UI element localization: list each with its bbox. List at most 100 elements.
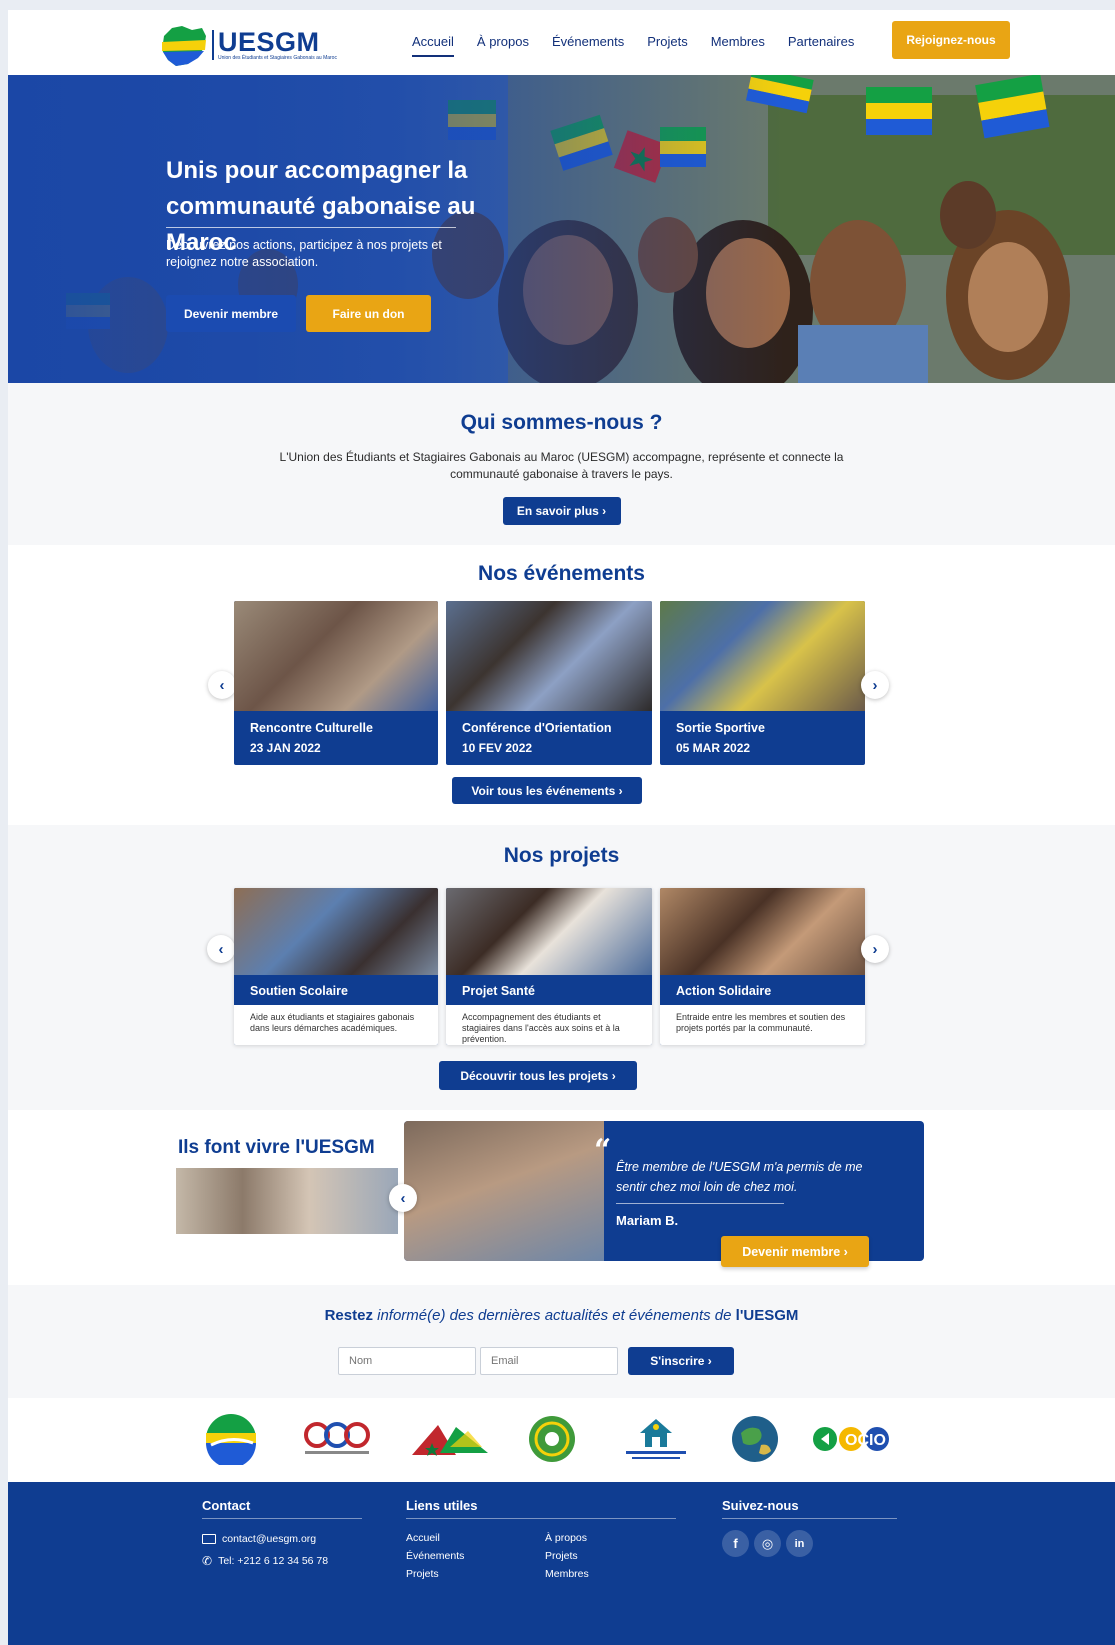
- project-title: Soutien Scolaire: [250, 984, 348, 998]
- quote-icon: “: [594, 1133, 612, 1168]
- subscribe-button[interactable]: S'inscrire ›: [628, 1347, 734, 1375]
- main-nav: Accueil À propos Événements Projets Memb…: [412, 34, 877, 57]
- green-seal-logo[interactable]: [528, 1412, 576, 1466]
- event-date: 10 FEV 2022: [462, 741, 533, 755]
- testimonials-title: Ils font vivre l'UESGM: [178, 1137, 375, 1158]
- footer-email-text: contact@uesgm.org: [222, 1533, 317, 1545]
- testimonial-author: Mariam B.: [616, 1213, 679, 1228]
- nav-partenaires[interactable]: Partenaires: [788, 34, 854, 57]
- gabon-globe-logo[interactable]: [204, 1412, 258, 1466]
- envelope-icon: [202, 1534, 216, 1544]
- about-section: Qui sommes-nous ? L'Union des Étudiants …: [8, 383, 1115, 545]
- footer-link-projets[interactable]: Projets: [406, 1568, 439, 1580]
- footer-phone: ✆ Tel: +212 6 12 34 56 78: [202, 1554, 328, 1568]
- nav-a-propos[interactable]: À propos: [477, 34, 529, 57]
- newsletter-form: S'inscrire ›: [338, 1347, 734, 1375]
- footer-divider: [722, 1518, 897, 1519]
- project-desc: Accompagnement des étudiants et stagiair…: [446, 1005, 652, 1045]
- footer-link-membres[interactable]: Membres: [545, 1568, 589, 1580]
- event-title: Rencontre Culturelle: [250, 721, 373, 735]
- uesgm-logo[interactable]: UESGM Union des Étudiants et Stagiaires …: [158, 22, 338, 68]
- project-card[interactable]: Action Solidaire Entraide entre les memb…: [660, 888, 865, 1045]
- logo-divider: [212, 30, 214, 60]
- projects-title: Nos projets: [503, 844, 620, 867]
- logo-subtitle: Union des Étudiants et Stagiaires Gabona…: [218, 55, 337, 61]
- ocio-logo[interactable]: OCIO: [811, 1412, 891, 1466]
- nav-accueil[interactable]: Accueil: [412, 34, 454, 57]
- logo-text: UESGM: [218, 27, 320, 57]
- phone-icon: ✆: [202, 1554, 213, 1568]
- hero-divider: [166, 227, 456, 228]
- about-title: Qui sommes-nous ?: [460, 411, 663, 434]
- event-card[interactable]: Rencontre Culturelle 23 JAN 2022: [234, 601, 438, 765]
- maroc-gabon-flags-logo[interactable]: [410, 1412, 490, 1466]
- all-events-button[interactable]: Voir tous les événements ›: [452, 777, 642, 804]
- project-desc: Entraide entre les membres et soutien de…: [660, 1005, 865, 1045]
- event-title: Sortie Sportive: [676, 721, 765, 735]
- projects-next-arrow[interactable]: ›: [861, 935, 889, 963]
- house-institution-logo[interactable]: [618, 1412, 694, 1466]
- facebook-icon[interactable]: f: [722, 1530, 749, 1557]
- project-desc: Aide aux étudiants et stagiaires gabonai…: [234, 1005, 438, 1045]
- footer-contact-title: Contact: [202, 1498, 251, 1513]
- gabon-map-icon: [162, 26, 206, 66]
- newsletter-title-part1: Restez: [324, 1307, 378, 1324]
- testimonial-quote: Être membre de l'UESGM m'a permis de me …: [616, 1160, 863, 1194]
- donate-button[interactable]: Faire un don: [306, 295, 431, 332]
- all-projects-button[interactable]: Découvrir tous les projets ›: [439, 1061, 637, 1090]
- projects-prev-arrow[interactable]: ‹: [207, 935, 235, 963]
- hero-subtitle: Découvrez nos actions, participez à nos …: [166, 238, 442, 269]
- become-member-button[interactable]: Devenir membre: [166, 295, 296, 332]
- footer-phone-text: Tel: +212 6 12 34 56 78: [218, 1555, 329, 1567]
- project-image: [446, 888, 652, 975]
- nav-evenements[interactable]: Événements: [552, 34, 624, 57]
- event-title: Conférence d'Orientation: [462, 721, 612, 735]
- footer-divider: [202, 1518, 362, 1519]
- footer-link-projets-2[interactable]: Projets: [545, 1550, 578, 1562]
- events-next-arrow[interactable]: ›: [861, 671, 889, 699]
- event-image: [234, 601, 438, 711]
- email-input[interactable]: [480, 1347, 618, 1375]
- project-image: [234, 888, 438, 975]
- events-title: Nos événements: [478, 562, 645, 585]
- event-card[interactable]: Conférence d'Orientation 10 FEV 2022: [446, 601, 652, 765]
- project-card[interactable]: Projet Santé Accompagnement des étudiant…: [446, 888, 652, 1045]
- events-prev-arrow[interactable]: ‹: [208, 671, 236, 699]
- nav-projets[interactable]: Projets: [647, 34, 687, 57]
- project-title: Action Solidaire: [676, 984, 772, 998]
- project-image: [660, 888, 865, 975]
- events-carousel: Rencontre Culturelle 23 JAN 2022 Confére…: [234, 601, 865, 765]
- footer-link-a-propos[interactable]: À propos: [545, 1532, 587, 1544]
- earth-globe-logo[interactable]: [730, 1412, 780, 1466]
- project-title: Projet Santé: [462, 984, 535, 998]
- testimonials-prev-arrow[interactable]: ‹: [389, 1184, 417, 1212]
- footer-divider: [406, 1518, 676, 1519]
- footer-email[interactable]: contact@uesgm.org: [202, 1533, 316, 1545]
- footer-links-title: Liens utiles: [406, 1498, 478, 1513]
- newsletter-title-part2: informé(e) des dernières actualités et é…: [377, 1307, 732, 1324]
- linkedin-icon[interactable]: in: [786, 1530, 813, 1557]
- project-card[interactable]: Soutien Scolaire Aide aux étudiants et s…: [234, 888, 438, 1045]
- footer-link-accueil[interactable]: Accueil: [406, 1532, 440, 1544]
- footer-link-evenements[interactable]: Événements: [406, 1550, 464, 1562]
- name-input[interactable]: [338, 1347, 476, 1375]
- chain-rings-logo[interactable]: [300, 1412, 374, 1466]
- partners-section: OCIO: [8, 1398, 1115, 1482]
- learn-more-button[interactable]: En savoir plus ›: [502, 497, 621, 525]
- instagram-icon[interactable]: ◎: [754, 1530, 781, 1557]
- nav-membres[interactable]: Membres: [711, 34, 765, 57]
- ocio-logo-text: OCIO: [845, 1432, 886, 1449]
- event-date: 05 MAR 2022: [676, 741, 751, 755]
- newsletter-section: Restez informé(e) des dernières actualit…: [8, 1285, 1115, 1398]
- newsletter-title: Restez informé(e) des dernières actualit…: [8, 1307, 1115, 1324]
- testimonials-section: Ils font vivre l'UESGM “ Être membre de …: [8, 1110, 1115, 1285]
- footer-social-title: Suivez-nous: [722, 1498, 799, 1513]
- join-button[interactable]: Rejoignez-nous: [892, 21, 1010, 59]
- event-date: 23 JAN 2022: [250, 741, 321, 755]
- newsletter-title-part3: l'UESGM: [731, 1307, 799, 1324]
- projects-section: Nos projets ‹ Soutien Scolaire Aide aux …: [8, 825, 1115, 1110]
- event-card[interactable]: Sortie Sportive 05 MAR 2022: [660, 601, 865, 765]
- quote-divider: [616, 1203, 784, 1204]
- testimonial-member-button[interactable]: Devenir membre ›: [721, 1236, 869, 1267]
- page: UESGM Union des Étudiants et Stagiaires …: [8, 10, 1115, 1645]
